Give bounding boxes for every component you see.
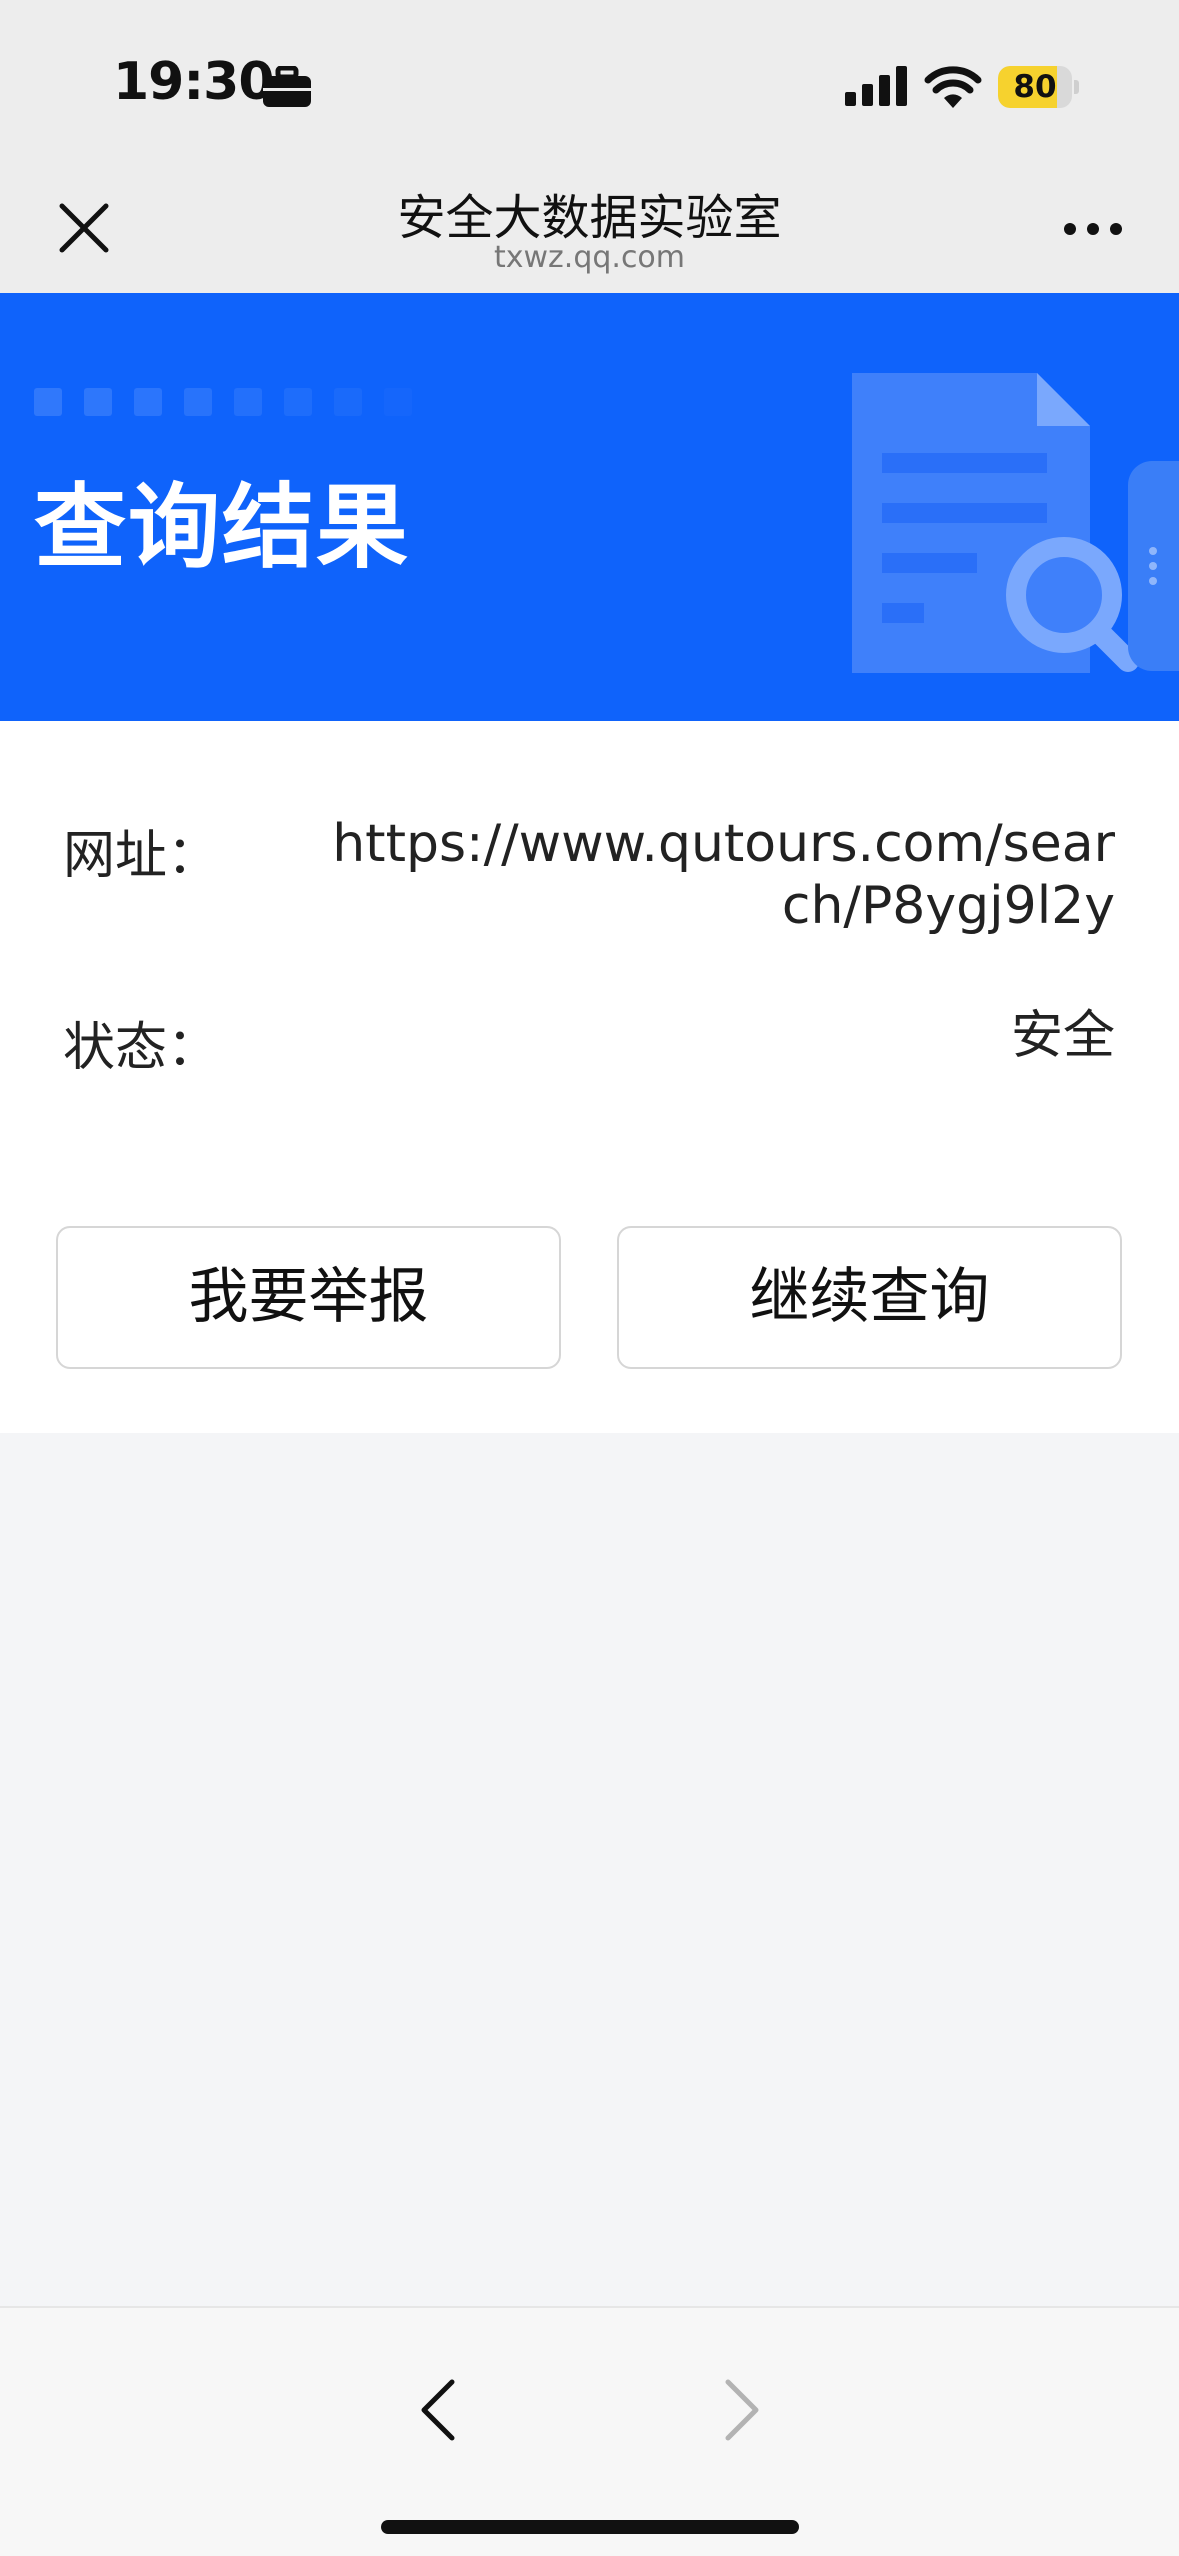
status-bar: 19:30 80	[0, 0, 1179, 150]
url-label: 网址：	[63, 826, 220, 886]
more-icon[interactable]	[1062, 220, 1124, 238]
result-banner: 查询结果	[0, 293, 1179, 721]
back-icon[interactable]	[418, 2378, 458, 2442]
briefcase-icon	[263, 66, 311, 107]
banner-title: 查询结果	[34, 474, 411, 581]
home-indicator	[381, 2520, 799, 2534]
report-button[interactable]: 我要举报	[56, 1226, 561, 1369]
side-drag-handle[interactable]	[1128, 461, 1179, 671]
bottom-toolbar	[0, 2306, 1179, 2556]
document-search-icon	[852, 373, 1139, 673]
url-value: https://www.qutours.com/search/P8ygj9l2y	[332, 814, 1115, 936]
wifi-icon	[924, 66, 982, 108]
continue-query-button[interactable]: 继续查询	[617, 1226, 1122, 1369]
page-domain: txwz.qq.com	[493, 240, 686, 275]
result-card: 网址： https://www.qutours.com/search/P8ygj…	[0, 721, 1179, 1433]
battery-percent: 80	[1013, 69, 1057, 105]
battery-indicator: 80	[998, 66, 1079, 108]
page-title: 安全大数据实验室	[397, 190, 782, 246]
forward-icon[interactable]	[722, 2378, 762, 2442]
signal-icon	[845, 66, 907, 106]
status-time: 19:30	[113, 52, 275, 112]
status-label: 状态：	[63, 1018, 220, 1078]
status-value: 安全	[1010, 1006, 1115, 1066]
title-bar: 安全大数据实验室 txwz.qq.com	[0, 150, 1179, 293]
